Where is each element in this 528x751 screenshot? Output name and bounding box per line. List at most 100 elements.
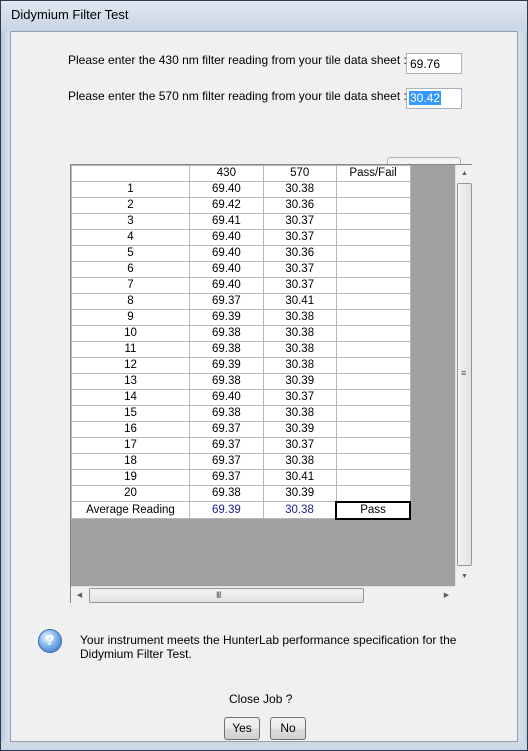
- average-430[interactable]: 69.39: [188, 501, 264, 519]
- pass-fail-cell[interactable]: [335, 309, 411, 326]
- reading-430[interactable]: 69.37: [188, 437, 264, 454]
- reading-430[interactable]: 69.37: [188, 293, 264, 310]
- scrollbar-corner: [455, 586, 472, 603]
- column-header-430[interactable]: 430: [188, 165, 264, 182]
- reading-570[interactable]: 30.38: [262, 181, 337, 198]
- pass-fail-cell[interactable]: [335, 469, 411, 486]
- reading-570[interactable]: 30.36: [262, 197, 337, 214]
- pass-fail-cell[interactable]: [335, 293, 411, 310]
- reading-430[interactable]: 69.37: [188, 453, 264, 470]
- reading-430[interactable]: 69.40: [188, 261, 264, 278]
- pass-fail-cell[interactable]: [335, 453, 411, 470]
- row-number: 9: [71, 309, 190, 326]
- row-number: 15: [71, 405, 190, 422]
- vertical-grip-icon: ≡: [461, 368, 467, 378]
- row-number: 7: [71, 277, 190, 294]
- row-number: 12: [71, 357, 190, 374]
- scroll-up-icon[interactable]: ▲: [456, 165, 473, 182]
- pass-fail-cell[interactable]: [335, 245, 411, 262]
- reading-430[interactable]: 69.38: [188, 373, 264, 390]
- pass-fail-cell[interactable]: [335, 485, 411, 502]
- horizontal-scroll-thumb[interactable]: III: [89, 588, 364, 603]
- pass-fail-cell[interactable]: [335, 213, 411, 230]
- reading-430[interactable]: 69.41: [188, 213, 264, 230]
- reading-570[interactable]: 30.41: [262, 293, 337, 310]
- table-row: 18 69.37 30.38: [71, 453, 411, 470]
- reading-430[interactable]: 69.40: [188, 389, 264, 406]
- pass-fail-cell[interactable]: [335, 405, 411, 422]
- reading-570[interactable]: 30.38: [262, 341, 337, 358]
- reading-570[interactable]: 30.37: [262, 389, 337, 406]
- reading-570[interactable]: 30.38: [262, 357, 337, 374]
- column-header-570[interactable]: 570: [262, 165, 337, 182]
- table-row: 3 69.41 30.37: [71, 213, 411, 230]
- vertical-scrollbar[interactable]: ▲ ≡ ▼: [455, 165, 472, 586]
- filter-430-label: Please enter the 430 nm filter reading f…: [68, 53, 407, 67]
- pass-fail-cell[interactable]: [335, 229, 411, 246]
- reading-570[interactable]: 30.38: [262, 405, 337, 422]
- filter-570-input[interactable]: 30.42: [406, 88, 462, 109]
- reading-570[interactable]: 30.36: [262, 245, 337, 262]
- table-header-row: 430 570 Pass/Fail: [71, 165, 411, 182]
- no-button[interactable]: No: [270, 717, 306, 740]
- reading-430[interactable]: 69.38: [188, 341, 264, 358]
- filter-570-label: Please enter the 570 nm filter reading f…: [68, 89, 407, 103]
- reading-430[interactable]: 69.37: [188, 469, 264, 486]
- reading-570[interactable]: 30.39: [262, 373, 337, 390]
- yes-button[interactable]: Yes: [224, 717, 260, 740]
- reading-430[interactable]: 69.38: [188, 405, 264, 422]
- reading-430[interactable]: 69.40: [188, 277, 264, 294]
- pass-fail-cell[interactable]: [335, 261, 411, 278]
- pass-fail-cell[interactable]: [335, 277, 411, 294]
- pass-fail-cell[interactable]: [335, 325, 411, 342]
- pass-fail-cell[interactable]: [335, 341, 411, 358]
- pass-fail-cell[interactable]: [335, 373, 411, 390]
- row-number: 5: [71, 245, 190, 262]
- dialog-window: Didymium Filter Test Please enter the 43…: [0, 0, 528, 751]
- reading-430[interactable]: 69.37: [188, 421, 264, 438]
- reading-570[interactable]: 30.41: [262, 469, 337, 486]
- scroll-down-icon[interactable]: ▼: [456, 568, 473, 585]
- reading-570[interactable]: 30.37: [262, 213, 337, 230]
- table-row: 6 69.40 30.37: [71, 261, 411, 278]
- pass-fail-cell[interactable]: [335, 437, 411, 454]
- vertical-scroll-thumb[interactable]: ≡: [457, 183, 472, 566]
- reading-570[interactable]: 30.37: [262, 261, 337, 278]
- column-header-pass-fail[interactable]: Pass/Fail: [335, 165, 411, 182]
- row-number: 3: [71, 213, 190, 230]
- filter-430-input[interactable]: [406, 53, 462, 74]
- reading-570[interactable]: 30.37: [262, 229, 337, 246]
- reading-570[interactable]: 30.38: [262, 309, 337, 326]
- scroll-right-icon[interactable]: ▶: [438, 587, 455, 604]
- row-number: 4: [71, 229, 190, 246]
- scroll-left-icon[interactable]: ◀: [71, 587, 88, 604]
- pass-fail-cell[interactable]: [335, 357, 411, 374]
- pass-fail-cell[interactable]: [335, 421, 411, 438]
- horizontal-scrollbar[interactable]: ◀ III ▶: [71, 586, 455, 603]
- reading-570[interactable]: 30.39: [262, 485, 337, 502]
- reading-430[interactable]: 69.39: [188, 309, 264, 326]
- reading-570[interactable]: 30.39: [262, 421, 337, 438]
- reading-570[interactable]: 30.37: [262, 277, 337, 294]
- filter-570-selected-text: 30.42: [409, 91, 442, 105]
- reading-430[interactable]: 69.42: [188, 197, 264, 214]
- pass-fail-cell[interactable]: [335, 181, 411, 198]
- title-bar[interactable]: Didymium Filter Test: [1, 1, 527, 31]
- status-message: Your instrument meets the HunterLab perf…: [80, 633, 457, 661]
- reading-570[interactable]: 30.37: [262, 437, 337, 454]
- average-570[interactable]: 30.38: [262, 501, 337, 519]
- reading-430[interactable]: 69.40: [188, 245, 264, 262]
- column-header-corner[interactable]: [71, 165, 190, 182]
- reading-430[interactable]: 69.40: [188, 229, 264, 246]
- readings-table: 430 570 Pass/Fail 1 69.40 30.38 2 69.42 30.36…: [71, 165, 411, 520]
- reading-430[interactable]: 69.39: [188, 357, 264, 374]
- reading-570[interactable]: 30.38: [262, 453, 337, 470]
- average-row-label: Average Reading: [71, 501, 190, 519]
- pass-fail-cell[interactable]: [335, 389, 411, 406]
- average-pass-fail[interactable]: Pass: [335, 500, 411, 520]
- pass-fail-cell[interactable]: [335, 197, 411, 214]
- reading-430[interactable]: 69.38: [188, 485, 264, 502]
- reading-570[interactable]: 30.38: [262, 325, 337, 342]
- reading-430[interactable]: 69.40: [188, 181, 264, 198]
- reading-430[interactable]: 69.38: [188, 325, 264, 342]
